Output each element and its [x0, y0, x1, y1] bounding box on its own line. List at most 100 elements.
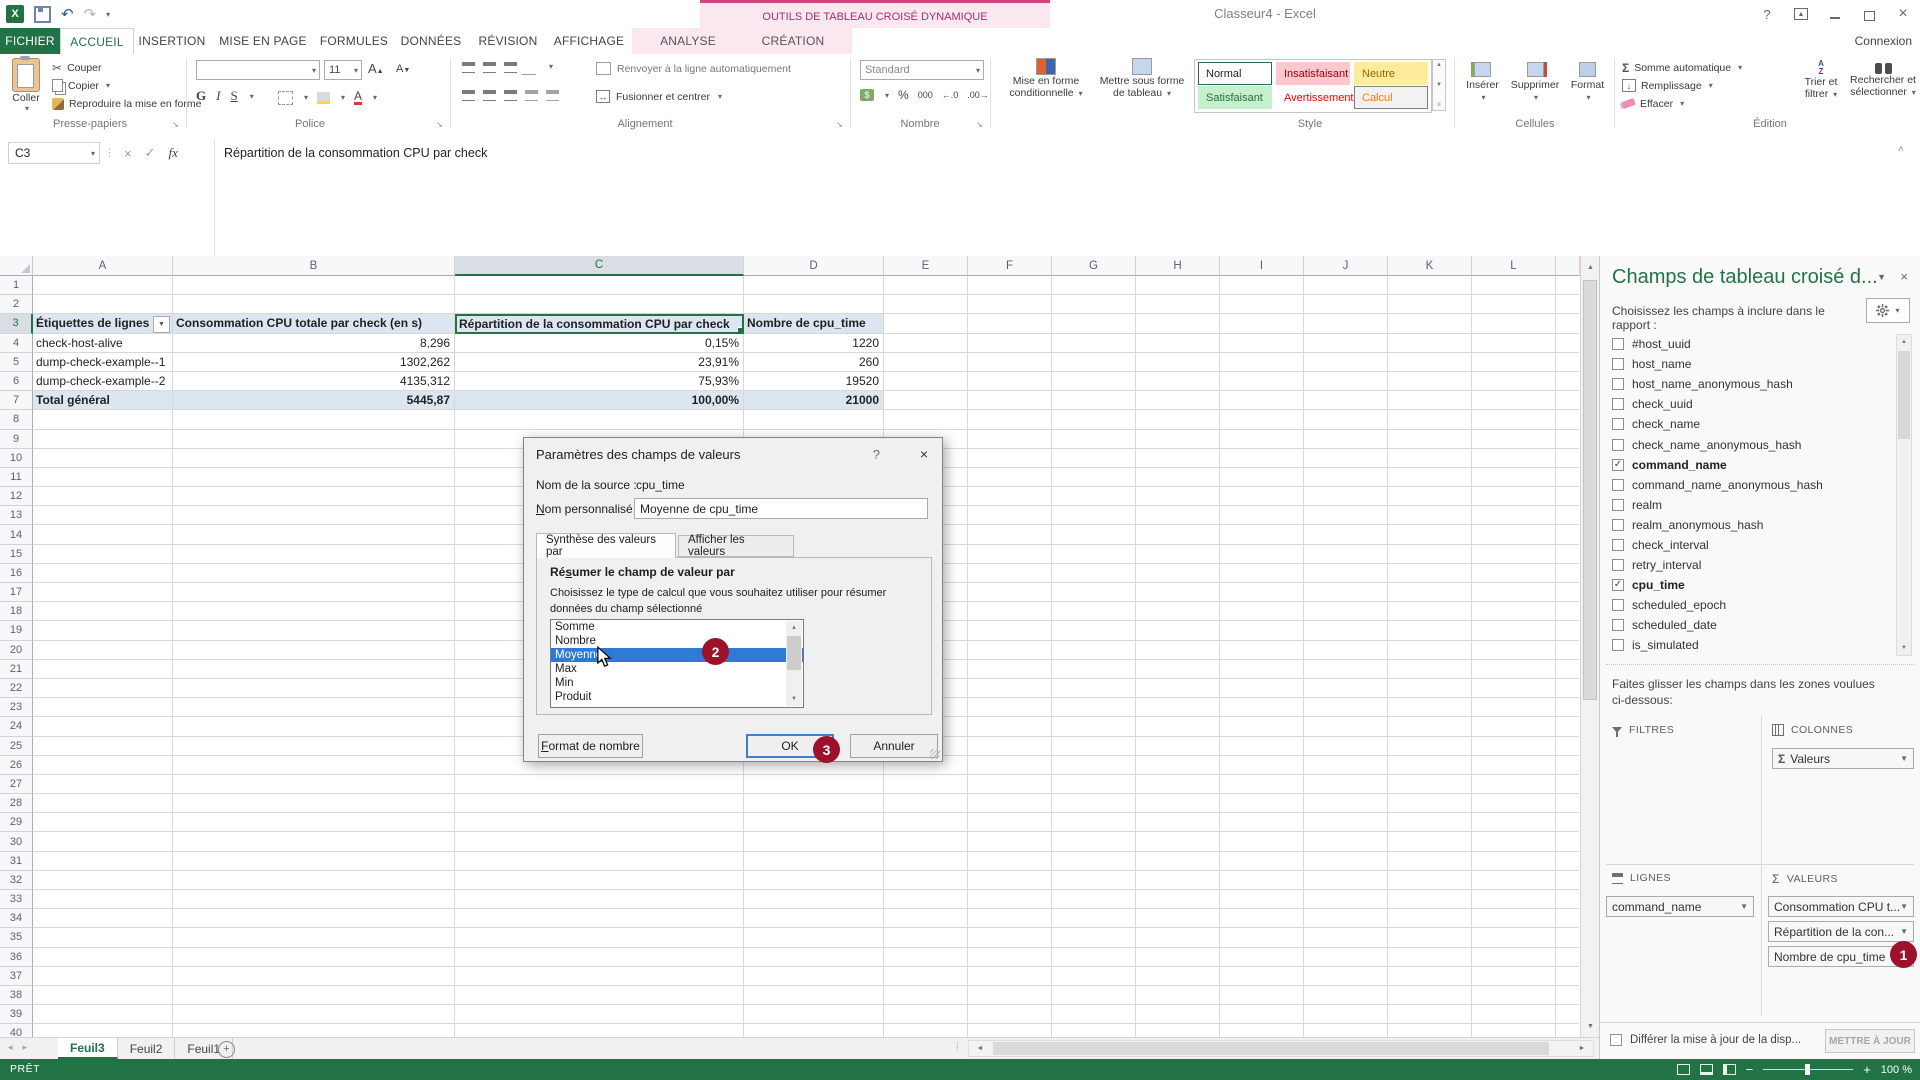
cell-G3[interactable] [1052, 314, 1136, 333]
cell-K39[interactable] [1388, 1005, 1472, 1024]
cell-K6[interactable] [1388, 372, 1472, 391]
cell-G20[interactable] [1052, 641, 1136, 660]
cell-H32[interactable] [1136, 871, 1220, 890]
cell-G13[interactable] [1052, 506, 1136, 525]
row-header-5[interactable]: 5 [0, 353, 33, 372]
cell-K4[interactable] [1388, 334, 1472, 353]
cell-D34[interactable] [744, 909, 884, 928]
cell-C32[interactable] [455, 871, 744, 890]
cell-G30[interactable] [1052, 832, 1136, 851]
cell-B21[interactable] [173, 660, 455, 679]
cell-A23[interactable] [33, 698, 173, 717]
cell-H28[interactable] [1136, 794, 1220, 813]
style-calcul[interactable]: Calcul [1354, 86, 1428, 109]
cell-F38[interactable] [968, 986, 1052, 1005]
cell-I11[interactable] [1220, 468, 1304, 487]
cell-H22[interactable] [1136, 679, 1220, 698]
cell-C38[interactable] [455, 986, 744, 1005]
cell-G29[interactable] [1052, 813, 1136, 832]
cell-partial-25[interactable] [1556, 737, 1579, 756]
tab-fichier[interactable]: FICHIER [0, 28, 60, 54]
cell-J29[interactable] [1304, 813, 1388, 832]
cell-F34[interactable] [968, 909, 1052, 928]
insert-cells-button[interactable]: Insérer▾ [1460, 58, 1505, 116]
cell-K23[interactable] [1388, 698, 1472, 717]
cell-H23[interactable] [1136, 698, 1220, 717]
cell-C39[interactable] [455, 1005, 744, 1024]
cell-I16[interactable] [1220, 564, 1304, 583]
cell-K14[interactable] [1388, 525, 1472, 544]
cell-H24[interactable] [1136, 717, 1220, 736]
cell-K35[interactable] [1388, 928, 1472, 947]
row-header-3[interactable]: 3 [0, 314, 33, 333]
cell-G19[interactable] [1052, 621, 1136, 640]
cell-I21[interactable] [1220, 660, 1304, 679]
cell-J24[interactable] [1304, 717, 1388, 736]
zoom-level[interactable]: 100 % [1881, 1064, 1912, 1076]
cell-K33[interactable] [1388, 890, 1472, 909]
cell-B29[interactable] [173, 813, 455, 832]
cell-D28[interactable] [744, 794, 884, 813]
field-item-scheduled_date[interactable]: scheduled_date [1606, 615, 1894, 635]
scroll-down-icon[interactable]: ▼ [1581, 1017, 1600, 1035]
cell-partial-38[interactable] [1556, 986, 1579, 1005]
cell-B33[interactable] [173, 890, 455, 909]
horizontal-scroll-thumb[interactable] [993, 1042, 1549, 1055]
sheet-tab-feuil2[interactable]: Feuil2 [118, 1038, 176, 1059]
field-checkbox-host_uuid[interactable] [1612, 338, 1624, 350]
cell-E32[interactable] [884, 871, 968, 890]
cell-I12[interactable] [1220, 487, 1304, 506]
cell-H9[interactable] [1136, 430, 1220, 449]
cell-L34[interactable] [1472, 909, 1556, 928]
cell-E1[interactable] [884, 276, 968, 295]
row-header-6[interactable]: 6 [0, 372, 33, 391]
dialog-close-icon[interactable]: × [920, 446, 928, 462]
cell-C28[interactable] [455, 794, 744, 813]
row-header-25[interactable]: 25 [0, 737, 33, 756]
cell-partial-18[interactable] [1556, 602, 1579, 621]
cell-J1[interactable] [1304, 276, 1388, 295]
cell-partial-19[interactable] [1556, 621, 1579, 640]
cell-E40[interactable] [884, 1024, 968, 1037]
cell-J12[interactable] [1304, 487, 1388, 506]
cell-K20[interactable] [1388, 641, 1472, 660]
row-header-40[interactable]: 40 [0, 1024, 33, 1037]
cell-E29[interactable] [884, 813, 968, 832]
cell-partial-4[interactable] [1556, 334, 1579, 353]
cell-D4[interactable]: 1220 [744, 334, 884, 353]
cell-partial-24[interactable] [1556, 717, 1579, 736]
cell-K9[interactable] [1388, 430, 1472, 449]
cell-J7[interactable] [1304, 391, 1388, 410]
cell-B12[interactable] [173, 487, 455, 506]
cell-D6[interactable]: 19520 [744, 372, 884, 391]
field-checkbox-realm[interactable] [1612, 499, 1624, 511]
pane-tools-button[interactable]: ▾ [1866, 298, 1910, 323]
values-chip-1[interactable]: Répartition de la con...▼ [1768, 921, 1914, 942]
cell-C35[interactable] [455, 928, 744, 947]
cell-B7[interactable]: 5445,87 [173, 391, 455, 410]
cell-I10[interactable] [1220, 449, 1304, 468]
undo-icon[interactable]: ↶ [61, 5, 74, 23]
sort-filter-button[interactable]: AZ Trier et filtrer ▾ [1790, 60, 1852, 100]
cell-I14[interactable] [1220, 525, 1304, 544]
cell-H21[interactable] [1136, 660, 1220, 679]
new-sheet-button[interactable]: + [218, 1041, 235, 1058]
cell-C6[interactable]: 75,93% [455, 372, 744, 391]
cell-partial-28[interactable] [1556, 794, 1579, 813]
cell-K10[interactable] [1388, 449, 1472, 468]
cell-D40[interactable] [744, 1024, 884, 1037]
field-item-scheduled_epoch[interactable]: scheduled_epoch [1606, 595, 1894, 615]
cell-I5[interactable] [1220, 353, 1304, 372]
cell-K26[interactable] [1388, 756, 1472, 775]
cell-I1[interactable] [1220, 276, 1304, 295]
cell-G31[interactable] [1052, 852, 1136, 871]
cell-J6[interactable] [1304, 372, 1388, 391]
column-header-G[interactable]: G [1052, 256, 1136, 276]
style-satisfaisant[interactable]: Satisfaisant [1198, 86, 1272, 109]
cell-partial-8[interactable] [1556, 410, 1579, 429]
cell-partial-16[interactable] [1556, 564, 1579, 583]
cell-B11[interactable] [173, 468, 455, 487]
cell-F35[interactable] [968, 928, 1052, 947]
cell-G37[interactable] [1052, 967, 1136, 986]
option-min[interactable]: Min [551, 676, 803, 690]
